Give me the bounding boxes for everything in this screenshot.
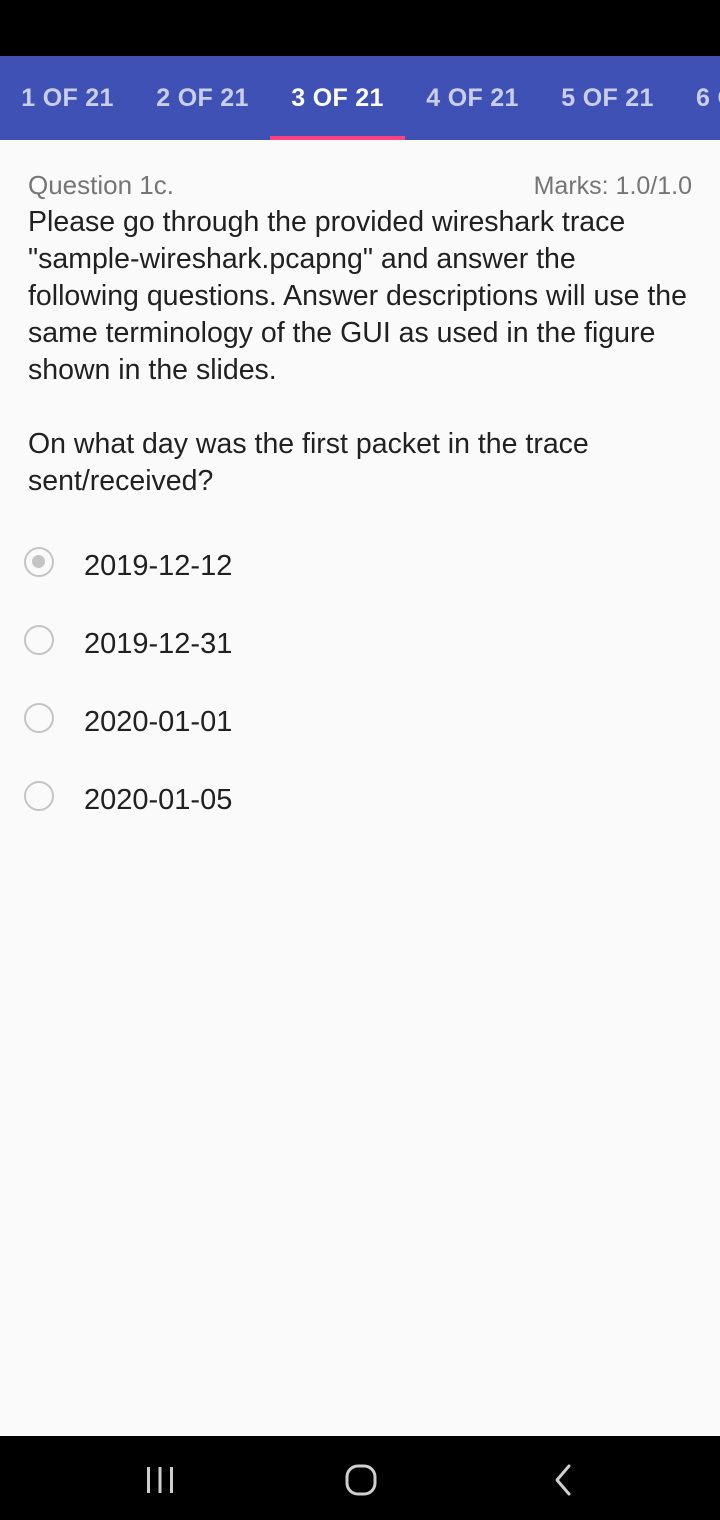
radio-button[interactable] [24,781,54,811]
question-content: Question 1c. Marks: 1.0/1.0 Please go th… [0,140,720,1436]
answer-option[interactable]: 2019-12-31 [0,622,720,682]
radio-button[interactable] [24,703,54,733]
tab-question-5[interactable]: 5 OF 21 [540,56,675,140]
back-button[interactable] [533,1458,593,1502]
answer-option[interactable]: 2019-12-12 [0,544,720,604]
answer-option[interactable]: 2020-01-01 [0,700,720,760]
tab-question-4[interactable]: 4 OF 21 [405,56,540,140]
system-navigation-bar [0,1436,720,1520]
home-icon [345,1464,377,1496]
tab-question-3[interactable]: 3 OF 21 [270,56,405,140]
radio-button-selected[interactable] [24,547,54,577]
home-button[interactable] [331,1458,391,1502]
status-bar [0,0,720,56]
question-text: Please go through the provided wireshark… [28,206,688,497]
recents-button[interactable] [130,1458,190,1502]
marks-label: Marks: 1.0/1.0 [533,172,692,200]
answer-option-label: 2019-12-12 [84,550,233,582]
back-icon [555,1464,571,1496]
answer-option-label: 2019-12-31 [84,628,233,660]
radio-button[interactable] [24,625,54,655]
tab-question-1[interactable]: 1 OF 21 [0,56,135,140]
question-tab-bar: 1 OF 21 2 OF 21 3 OF 21 4 OF 21 5 OF 21 … [0,56,720,140]
answer-option[interactable]: 2020-01-05 [0,778,720,838]
question-number: Question 1c. [28,170,174,200]
tab-question-6[interactable]: 6 OF 21 [675,56,720,140]
tab-question-2[interactable]: 2 OF 21 [135,56,270,140]
recents-icon [147,1467,173,1493]
answer-option-label: 2020-01-01 [84,706,233,738]
answer-option-label: 2020-01-05 [84,784,233,816]
